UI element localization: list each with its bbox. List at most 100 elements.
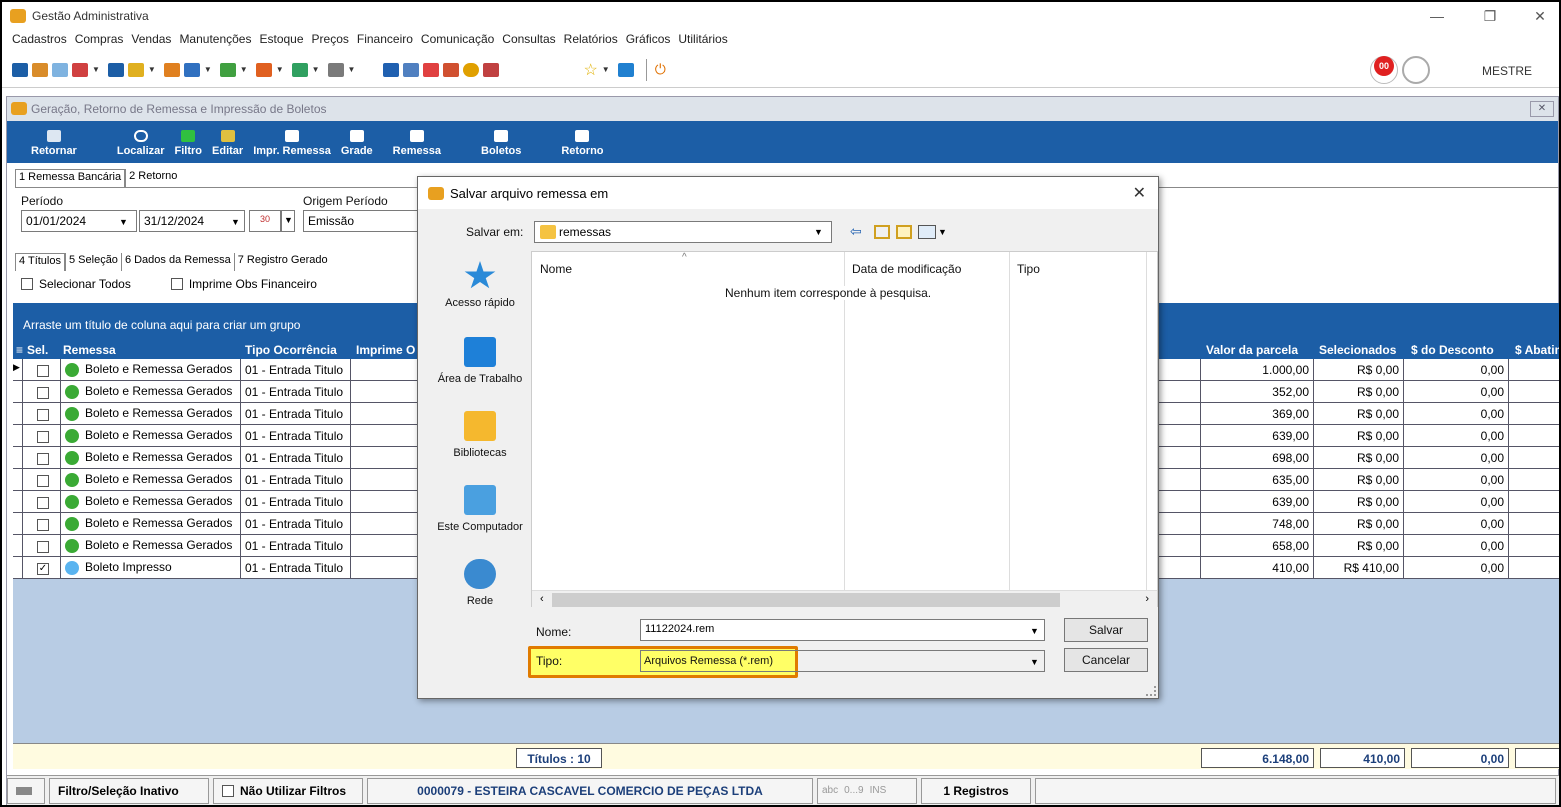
toolbar-icon-2[interactable]: [32, 62, 48, 77]
salvar-button[interactable]: Salvar: [1064, 618, 1148, 642]
minimize-button[interactable]: —: [1414, 2, 1460, 30]
scroll-right-icon[interactable]: ›: [1145, 593, 1149, 605]
col-nome[interactable]: Nome: [540, 262, 572, 276]
view-dropdown-icon[interactable]: ▼: [938, 227, 947, 237]
place-this-pc[interactable]: Este Computador: [428, 485, 532, 533]
origem-select[interactable]: Emissão: [303, 210, 423, 232]
imprime-obs-checkbox[interactable]: [170, 278, 183, 290]
horizontal-scrollbar[interactable]: ‹ ›: [532, 590, 1157, 608]
col-remessa[interactable]: Remessa: [63, 343, 116, 357]
date-to-field[interactable]: 31/12/2024: [139, 210, 245, 232]
row-checkbox[interactable]: [37, 452, 49, 465]
row-checkbox[interactable]: [37, 496, 49, 509]
resize-grip-icon[interactable]: [1146, 686, 1156, 696]
col-tipo[interactable]: Tipo: [1017, 262, 1040, 276]
toolbar-icon-4[interactable]: [72, 62, 88, 77]
toolbar-icon-16[interactable]: [443, 62, 460, 77]
tab-remessa-bancaria[interactable]: 1 Remessa Bancária: [15, 169, 126, 187]
date-to-dropdown-icon[interactable]: ▼: [231, 217, 240, 227]
localizar-button[interactable]: Localizar: [117, 130, 165, 157]
maximize-button[interactable]: ❐: [1467, 2, 1513, 30]
menu-utilitarios[interactable]: Utilitários: [678, 32, 727, 46]
clock-icon[interactable]: [463, 62, 480, 77]
toolbar-icon-18[interactable]: [483, 62, 500, 77]
cart-icon[interactable]: [219, 62, 236, 77]
menu-precos[interactable]: Preços: [312, 32, 349, 46]
filtro-button[interactable]: Filtro: [175, 130, 202, 157]
tab-selecao[interactable]: 5 Seleção: [65, 253, 121, 271]
tab-dados-remessa[interactable]: 6 Dados da Remessa: [120, 253, 234, 271]
row-checkbox[interactable]: [37, 364, 49, 377]
toolbar-icon-13[interactable]: [383, 62, 400, 77]
new-folder-icon[interactable]: [896, 225, 912, 239]
toolbar-icon-20[interactable]: [617, 62, 634, 77]
menu-consultas[interactable]: Consultas: [502, 32, 555, 46]
row-checkbox[interactable]: [37, 518, 49, 531]
col-data[interactable]: Data de modificação: [852, 262, 961, 276]
up-folder-icon[interactable]: [874, 225, 890, 239]
row-checkbox[interactable]: ✓: [37, 562, 49, 575]
toolbar-icon-1[interactable]: [12, 62, 28, 77]
calendar-button[interactable]: 30: [249, 210, 281, 232]
toolbar-icon-7[interactable]: [163, 62, 180, 77]
col-selecionados[interactable]: Selecionados: [1319, 343, 1396, 357]
place-desktop[interactable]: Área de Trabalho: [428, 337, 532, 385]
toolbar-icon-8[interactable]: [183, 62, 200, 77]
file-list[interactable]: Nome ^ Data de modificação Tipo Nenhum i…: [531, 251, 1158, 608]
scroll-thumb[interactable]: [552, 593, 1060, 607]
place-network[interactable]: Rede: [428, 559, 532, 607]
col-tipo-ocorrencia[interactable]: Tipo Ocorrência: [245, 343, 337, 357]
row-checkbox[interactable]: [37, 430, 49, 443]
menu-estoque[interactable]: Estoque: [259, 32, 303, 46]
calculator-icon[interactable]: [403, 62, 420, 77]
calendar-dropdown-icon[interactable]: ▼: [281, 210, 295, 232]
row-checkbox[interactable]: [37, 386, 49, 399]
date-from-dropdown-icon[interactable]: ▼: [119, 217, 128, 227]
editar-button[interactable]: Editar: [212, 130, 243, 157]
retorno-button[interactable]: Retorno: [561, 130, 604, 157]
menu-manutencoes[interactable]: Manutenções: [179, 32, 251, 46]
filetype-dropdown-icon[interactable]: ▼: [1030, 657, 1039, 667]
menu-financeiro[interactable]: Financeiro: [357, 32, 413, 46]
star-icon[interactable]: ☆: [583, 60, 597, 80]
close-button[interactable]: ✕: [1517, 2, 1559, 30]
view-menu-icon[interactable]: [918, 225, 936, 239]
row-checkbox[interactable]: [37, 474, 49, 487]
menu-cadastros[interactable]: Cadastros: [12, 32, 67, 46]
user-avatar-icon[interactable]: [1402, 56, 1430, 84]
col-desconto[interactable]: $ do Desconto: [1411, 343, 1494, 357]
impr-remessa-button[interactable]: Impr. Remessa: [253, 130, 331, 157]
back-icon[interactable]: ⇦: [850, 223, 862, 240]
nao-utilizar-filtros[interactable]: Não Utilizar Filtros: [213, 777, 363, 804]
folder-select[interactable]: remessas: [534, 221, 832, 243]
menu-graficos[interactable]: Gráficos: [626, 32, 671, 46]
menu-vendas[interactable]: Vendas: [131, 32, 171, 46]
row-checkbox[interactable]: [37, 540, 49, 553]
cancelar-button[interactable]: Cancelar: [1064, 648, 1148, 672]
calendar-icon[interactable]: [423, 62, 440, 77]
filename-input[interactable]: 11122024.rem: [640, 619, 1045, 641]
place-libraries[interactable]: Bibliotecas: [428, 411, 532, 459]
tab-retorno[interactable]: 2 Retorno: [125, 169, 181, 187]
col-sel[interactable]: Sel.: [27, 343, 48, 357]
select-all-checkbox[interactable]: [21, 278, 33, 290]
place-quick-access[interactable]: Acesso rápido: [428, 261, 532, 309]
boletos-button[interactable]: Boletos: [481, 130, 521, 157]
grid-menu-icon[interactable]: ≡: [16, 343, 23, 357]
power-icon[interactable]: ⏻: [655, 61, 666, 78]
menu-relatorios[interactable]: Relatórios: [564, 32, 618, 46]
tab-titulos[interactable]: 4 Títulos: [15, 253, 65, 271]
mdi-close-button[interactable]: ✕: [1530, 101, 1554, 117]
col-valor-parcela[interactable]: Valor da parcela: [1206, 343, 1298, 357]
toolbar-icon-11[interactable]: [291, 62, 308, 77]
toolbar-icon-6[interactable]: [127, 62, 144, 77]
toolbar-icon-3[interactable]: [52, 62, 68, 77]
toolbar-icon-10[interactable]: [255, 62, 272, 77]
tab-registro-gerado[interactable]: 7 Registro Gerado: [233, 253, 331, 271]
nao-utilizar-checkbox[interactable]: [222, 784, 234, 797]
col-imprime[interactable]: Imprime O: [356, 343, 415, 357]
folder-dropdown-icon[interactable]: ▼: [814, 227, 823, 237]
dialog-close-button[interactable]: ✕: [1133, 183, 1146, 203]
menu-compras[interactable]: Compras: [75, 32, 124, 46]
filename-dropdown-icon[interactable]: ▼: [1030, 626, 1039, 636]
